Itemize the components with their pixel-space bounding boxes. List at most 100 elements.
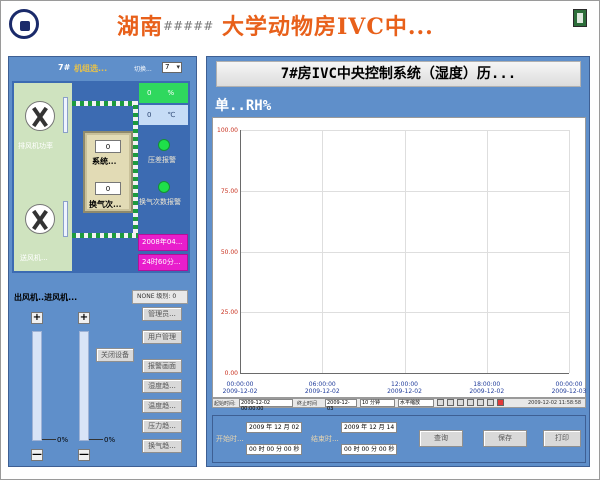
refresh-icon[interactable] [477,399,484,406]
company-logo-icon [9,9,39,39]
airchange-value-field: 0 [95,182,121,195]
chart-gridline-v [404,130,406,373]
temperature-value: 0 [147,111,152,119]
interval-select[interactable]: 10 分钟 [360,399,395,407]
supply-fan-icon [25,204,55,234]
airchange-label: 换气次... [89,199,122,209]
exhaust-slider-marker [42,439,56,440]
x-tick-date: 2009-12-02 [304,388,340,395]
x-tick-label: 18:00:00 2009-12-02 [464,381,510,395]
next-page-icon[interactable] [467,399,474,406]
x-tick-time: 00:00:00 [555,381,583,388]
app-title: 湖南##### 大学动物房IVC中... [117,9,434,41]
prev-page-icon[interactable] [457,399,464,406]
end-time-picker[interactable]: 00 时 00 分 00 秒 [341,444,397,455]
x-tick-date: 2009-12-03 [551,388,587,395]
x-tick-time: 18:00:00 [473,381,501,388]
start-time-field[interactable]: 2009-12-02 00:00:00 [239,399,293,412]
start-time-query-label: 开始时... [216,435,244,443]
zoom-select[interactable]: 水平缩放 [398,399,434,407]
x-tick-label: 00:00:00 2009-12-02 [217,381,263,395]
unit-select-status: 机组选... [74,64,108,73]
alarm-screen-button[interactable]: 报警画面 [142,359,182,373]
humidity-value: 0 [147,89,152,97]
y-tick-label: 50.00 [220,248,238,256]
x-tick-label: 00:00:00 2009-12-03 [546,381,592,395]
query-button[interactable]: 查询 [419,430,463,447]
pressure-alarm-label: 压差报警 [148,156,176,164]
end-time-label: 终止时间 [297,401,318,407]
conveyor-top [72,101,138,106]
x-tick-date: 2009-12-02 [469,388,505,395]
exhaust-increase-button[interactable]: + [31,312,43,324]
temperature-trend-button[interactable]: 温度趋... [142,399,182,413]
supply-decrease-button[interactable]: — [78,449,90,461]
temperature-unit: ℃ [167,111,176,119]
conveyor-right [133,101,138,237]
supply-slider-value: 0% [104,436,116,444]
time-display: 24时60分... [138,254,188,271]
supply-increase-button[interactable]: + [78,312,90,324]
chart-layer: 100.00 75.00 50.00 25.00 0.00 00:00:00 2009-12… [212,117,586,398]
date-display: 2008年04... [138,234,188,251]
switch-label: 切换... [134,66,152,73]
x-tick-date: 2009-12-02 [387,388,422,395]
chart-gridline-v [569,130,570,373]
x-tick-time: 00:00:00 [226,381,254,388]
save-button[interactable]: 保存 [483,430,527,447]
exhaust-slider-value: 0% [57,436,69,444]
reset-icon[interactable] [487,399,494,406]
start-date-picker[interactable]: 2009 年 12 月 02 [246,422,302,433]
supply-slider[interactable] [79,331,89,441]
y-tick-label: 100.00 [217,127,238,134]
end-time-field[interactable]: 2009-12-03 [325,399,357,412]
user-level-badge: NONE 级别: 0 [132,290,188,304]
stop-icon[interactable] [497,399,504,406]
chart-axis-y [240,130,241,373]
exhaust-fan-label: 排风机功率 [18,142,53,150]
airchange-alarm-label: 换气次数报警 [139,198,181,206]
end-date-picker[interactable]: 2009 年 12 月 14 [341,422,397,433]
title-hash: ##### [163,19,214,33]
supply-slider-marker [89,439,103,440]
conveyor-bottom [72,233,138,238]
pressure-trend-button[interactable]: 压力趋... [142,419,182,433]
title-part1: 湖南 [117,14,164,40]
start-time-picker[interactable]: 00 时 00 分 00 秒 [246,444,302,455]
admin-button[interactable]: 管理员... [142,307,182,321]
exhaust-fan-icon [25,101,55,131]
supply-fan-label: 送风机... [20,254,48,262]
x-tick-time: 06:00:00 [308,381,336,388]
room-select-value: 7 [165,63,170,71]
exit-door-icon[interactable] [573,9,587,27]
pressure-alarm-light-icon [158,139,170,151]
humidity-unit: % [167,89,175,97]
temperature-display: 0 ℃ [139,105,188,125]
exhaust-power-bar [63,97,68,133]
airchange-trend-button[interactable]: 换气趋... [142,439,182,453]
x-tick-date: 2009-12-02 [222,388,258,395]
y-tick-label: 75.00 [220,187,238,195]
title-part2: 大学动物房IVC中... [221,14,434,40]
chart-unit-label: 单..RH% [215,98,272,114]
user-management-button[interactable]: 用户管理 [142,330,182,344]
room-select[interactable]: 7 [162,62,182,73]
y-tick-label: 25.00 [220,309,238,317]
chart-title: 7#房IVC中央控制系统（湿度）历... [216,61,581,87]
humidity-trend-button[interactable]: 湿度趋... [142,379,182,393]
exhaust-decrease-button[interactable]: — [31,449,43,461]
system-value-field: 0 [95,140,121,153]
humidity-display: 0% [139,83,188,103]
x-tick-time: 12:00:00 [391,381,418,388]
exhaust-slider[interactable] [32,331,42,441]
close-device-button[interactable]: 关闭设备 [96,348,134,362]
chart-gridline-v [486,130,488,373]
x-tick-label: 06:00:00 2009-12-02 [299,381,345,395]
room-number-label: 7# [58,63,71,72]
airchange-alarm-light-icon [158,181,170,193]
zoom-in-icon[interactable] [437,399,444,406]
end-time-query-label: 结束时... [311,435,339,443]
zoom-out-icon[interactable] [447,399,454,406]
print-button[interactable]: 打印 [543,430,581,447]
y-tick-label: 0.00 [224,370,238,377]
